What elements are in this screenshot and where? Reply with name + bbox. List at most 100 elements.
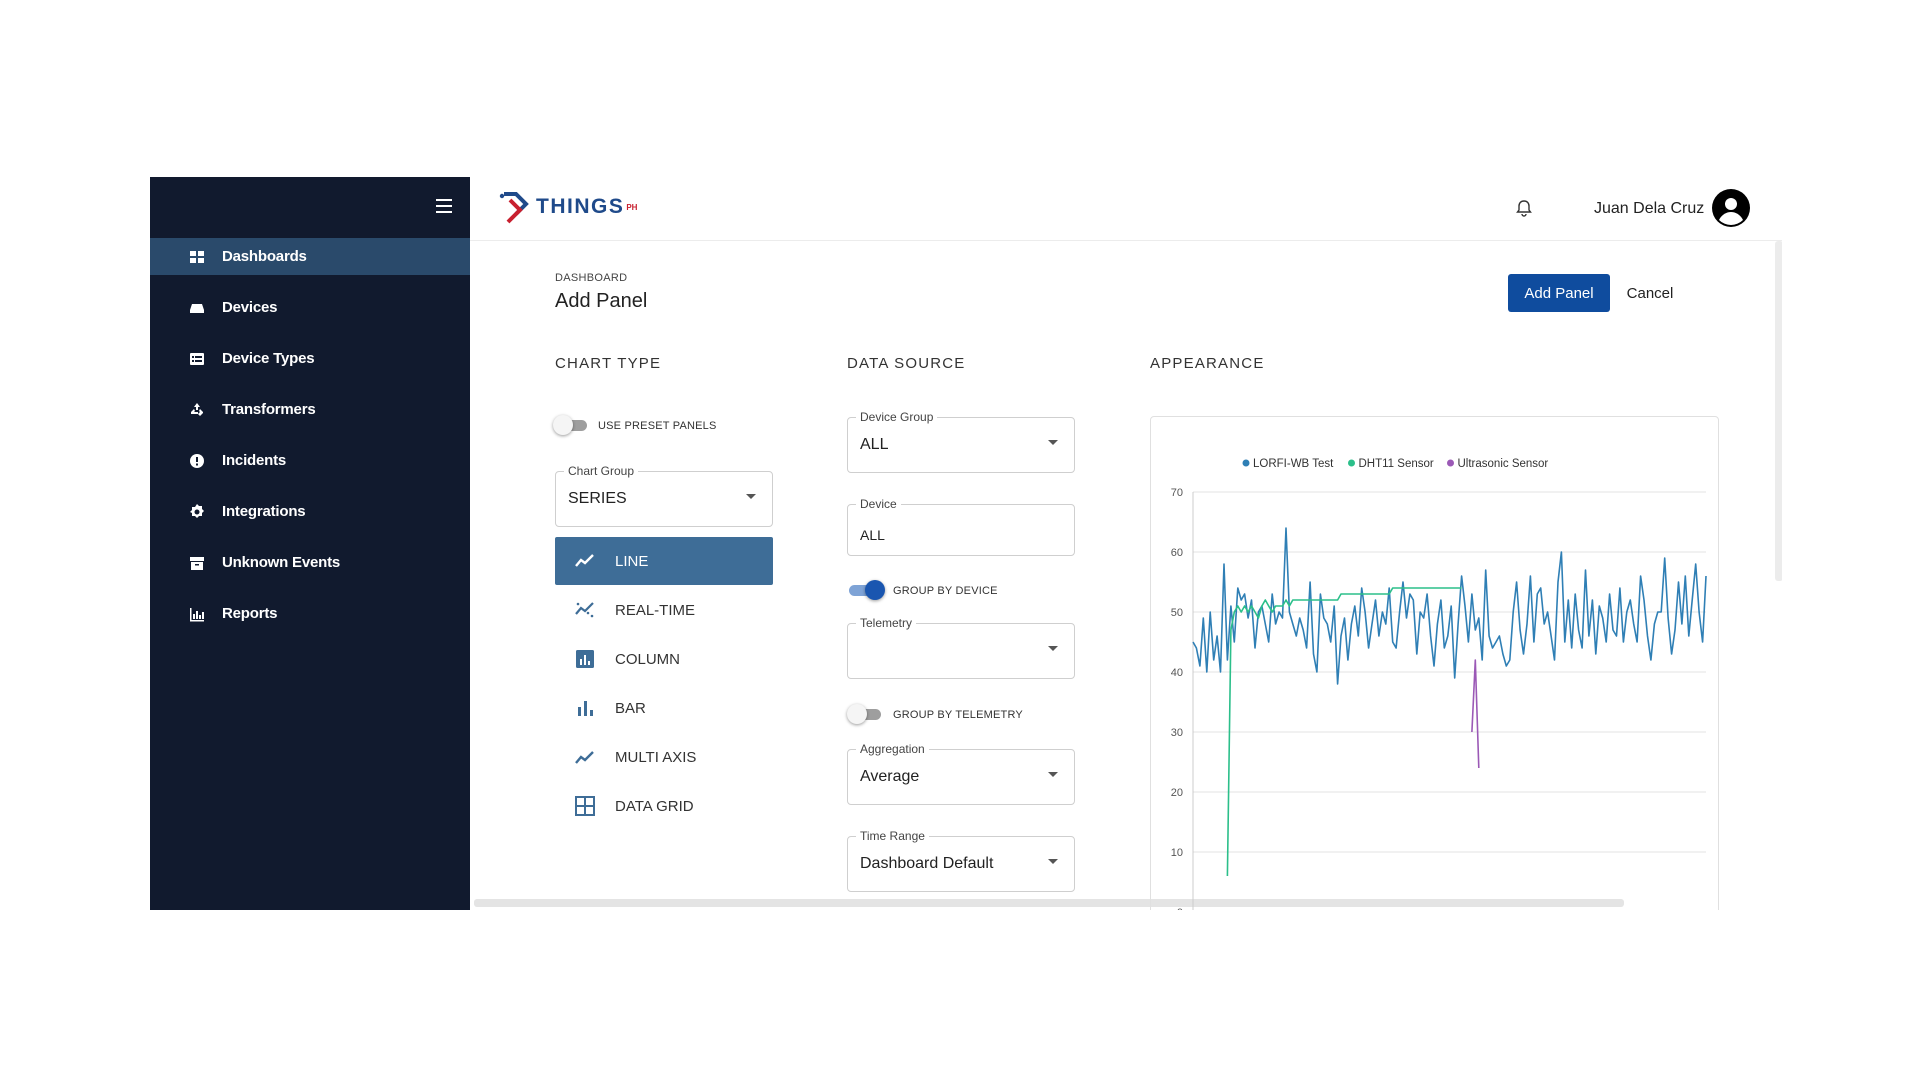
device-group-label: Device Group bbox=[856, 410, 938, 424]
chart-preview: 0 10 20 30 40 50 60 70 LORFI-WB Test DHT11 Sensor… bbox=[1150, 416, 1719, 910]
chart-type-multi-axis[interactable]: MULTI AXIS bbox=[555, 733, 773, 781]
thingsph-logo[interactable]: THINGS PH bbox=[498, 190, 637, 224]
bar-chart-icon bbox=[573, 696, 597, 720]
sidebar-item-label: Reports bbox=[222, 605, 278, 622]
sidebar-item-devices[interactable]: Devices bbox=[150, 289, 470, 326]
app-window: Dashboards Devices Device Types Transfor… bbox=[150, 177, 1782, 910]
aggregation-value: Average bbox=[860, 768, 920, 785]
chart-type-realtime[interactable]: REAL-TIME bbox=[555, 586, 773, 634]
telemetry-label: Telemetry bbox=[856, 616, 917, 630]
sidebar-item-integrations[interactable]: Integrations bbox=[150, 493, 470, 530]
legend-marker bbox=[1242, 459, 1250, 467]
sidebar-item-label: Dashboards bbox=[222, 248, 307, 265]
y-tick-label: 40 bbox=[1171, 667, 1183, 679]
sidebar-item-transformers[interactable]: Transformers bbox=[150, 391, 470, 428]
series-line bbox=[1471, 659, 1480, 769]
chevron-down-icon bbox=[746, 494, 756, 499]
breadcrumb: DASHBOARD bbox=[555, 272, 628, 284]
device-group-value: ALL bbox=[860, 436, 889, 453]
line-chart: 0 10 20 30 40 50 60 70 LORFI-WB Test DHT11 Sensor… bbox=[1171, 458, 1707, 910]
unknown-events-icon bbox=[188, 554, 206, 572]
user-name[interactable]: Juan Dela Cruz bbox=[1594, 200, 1704, 218]
time-range-value: Dashboard Default bbox=[860, 855, 994, 872]
use-preset-label: USE PRESET PANELS bbox=[598, 420, 717, 432]
chart-type-label: LINE bbox=[615, 552, 649, 570]
y-tick-label: 20 bbox=[1171, 787, 1183, 799]
sidebar-item-incidents[interactable]: Incidents bbox=[150, 442, 470, 479]
device-value: ALL bbox=[860, 527, 885, 543]
logo-mark-icon bbox=[499, 192, 529, 224]
y-tick-label: 50 bbox=[1171, 607, 1183, 619]
y-tick-label: 10 bbox=[1171, 847, 1183, 859]
realtime-chart-icon bbox=[573, 598, 597, 622]
group-by-telemetry-label: GROUP BY TELEMETRY bbox=[893, 709, 1023, 721]
aggregation-select[interactable]: Aggregation Average bbox=[847, 742, 1075, 805]
multi-axis-icon bbox=[573, 745, 597, 769]
add-panel-button[interactable]: Add Panel bbox=[1508, 274, 1610, 312]
sidebar-item-label: Transformers bbox=[222, 401, 316, 418]
sidebar-item-unknown-events[interactable]: Unknown Events bbox=[150, 544, 470, 581]
sidebar-item-label: Incidents bbox=[222, 452, 287, 469]
legend-label: LORFI-WB Test bbox=[1253, 458, 1334, 470]
chart-type-label: COLUMN bbox=[615, 650, 681, 668]
sidebar-item-label: Integrations bbox=[222, 503, 306, 520]
appearance-heading: APPEARANCE bbox=[1150, 355, 1265, 372]
chevron-down-icon bbox=[1048, 859, 1058, 864]
menu-toggle-icon[interactable] bbox=[436, 199, 452, 213]
chart-type-label: BAR bbox=[615, 699, 646, 717]
sidebar-item-label: Device Types bbox=[222, 350, 315, 367]
device-icon bbox=[188, 299, 206, 317]
y-tick-label: 0 bbox=[1177, 907, 1183, 910]
time-range-select[interactable]: Time Range Dashboard Default bbox=[847, 829, 1075, 892]
main-content: DASHBOARD Add Panel Add Panel Cancel CHA… bbox=[470, 241, 1782, 910]
vertical-scrollbar[interactable] bbox=[1775, 241, 1782, 581]
sidebar: Dashboards Devices Device Types Transfor… bbox=[150, 177, 470, 910]
chart-group-label: Chart Group bbox=[564, 464, 639, 478]
telemetry-select[interactable]: Telemetry bbox=[847, 616, 1075, 679]
line-chart-icon bbox=[573, 549, 597, 573]
sidebar-item-reports[interactable]: Reports bbox=[150, 595, 470, 632]
group-by-device-toggle[interactable] bbox=[847, 580, 885, 600]
device-group-select[interactable]: Device Group ALL bbox=[847, 410, 1075, 473]
chart-type-heading: CHART TYPE bbox=[555, 355, 662, 372]
legend-marker bbox=[1348, 459, 1355, 467]
logo-superscript: PH bbox=[626, 202, 638, 212]
group-by-telemetry-toggle[interactable] bbox=[847, 704, 883, 724]
legend-label: DHT11 Sensor bbox=[1359, 458, 1434, 470]
data-source-heading: DATA SOURCE bbox=[847, 355, 966, 372]
chart-group-select[interactable]: Chart Group SERIES bbox=[555, 464, 773, 527]
notification-bell-icon[interactable] bbox=[1515, 199, 1533, 217]
device-types-icon bbox=[188, 350, 206, 368]
chevron-down-icon bbox=[1048, 646, 1058, 651]
y-tick-label: 30 bbox=[1171, 727, 1183, 739]
sidebar-item-label: Devices bbox=[222, 299, 278, 316]
sidebar-item-label: Unknown Events bbox=[222, 554, 341, 571]
logo-text: THINGS bbox=[536, 195, 625, 218]
y-tick-label: 70 bbox=[1171, 487, 1183, 499]
chart-type-line[interactable]: LINE bbox=[555, 537, 773, 585]
chart-group-value: SERIES bbox=[568, 490, 627, 507]
chart-type-column[interactable]: COLUMN bbox=[555, 635, 773, 683]
sidebar-item-device-types[interactable]: Device Types bbox=[150, 340, 470, 377]
chevron-down-icon bbox=[1048, 440, 1058, 445]
chart-type-label: DATA GRID bbox=[615, 797, 694, 815]
sidebar-item-dashboards[interactable]: Dashboards bbox=[150, 238, 470, 275]
cancel-button[interactable]: Cancel bbox=[1615, 274, 1685, 312]
device-label: Device bbox=[856, 497, 901, 511]
integration-icon bbox=[188, 503, 206, 521]
incident-icon bbox=[188, 452, 206, 470]
aggregation-label: Aggregation bbox=[856, 742, 929, 756]
use-preset-toggle[interactable] bbox=[553, 415, 589, 435]
top-header: THINGS PH Juan Dela Cruz bbox=[470, 177, 1782, 241]
y-tick-label: 60 bbox=[1171, 547, 1183, 559]
chart-type-data-grid[interactable]: DATA GRID bbox=[555, 782, 773, 830]
chart-type-bar[interactable]: BAR bbox=[555, 684, 773, 732]
page-title: Add Panel bbox=[555, 290, 648, 312]
chart-type-label: REAL-TIME bbox=[615, 601, 696, 619]
chart-type-label: MULTI AXIS bbox=[615, 748, 697, 766]
reports-icon bbox=[188, 605, 206, 623]
device-field[interactable]: Device ALL bbox=[847, 497, 1075, 556]
user-avatar-icon[interactable] bbox=[1712, 189, 1750, 227]
dashboard-icon bbox=[188, 248, 206, 266]
transformers-icon bbox=[188, 401, 206, 419]
